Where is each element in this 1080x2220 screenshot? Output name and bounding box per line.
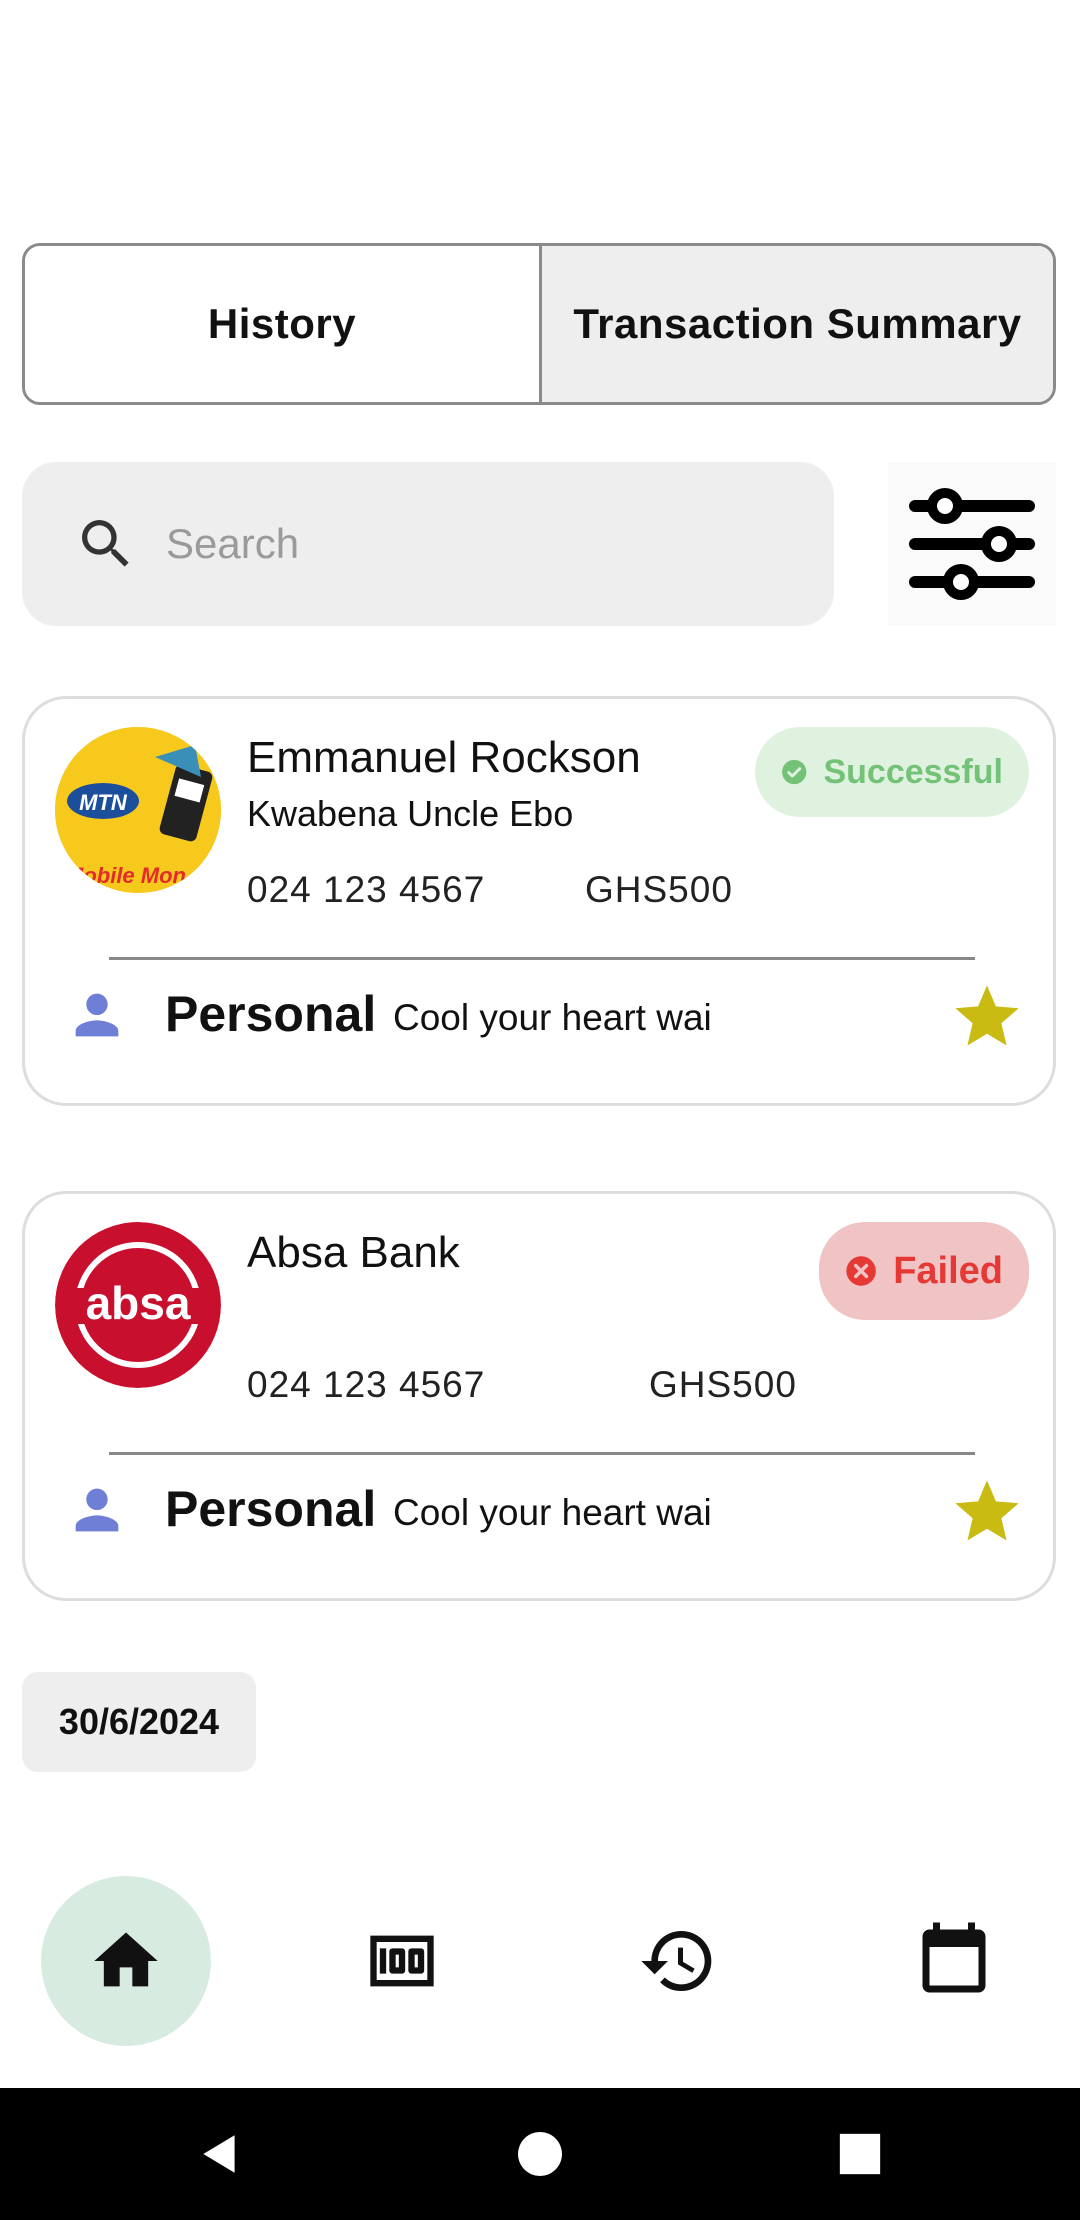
status-badge: Failed bbox=[819, 1222, 1029, 1320]
nav-home[interactable] bbox=[41, 1876, 211, 2046]
recents-button[interactable] bbox=[800, 2088, 920, 2220]
home-system-button[interactable] bbox=[480, 2088, 600, 2220]
history-icon bbox=[641, 1931, 712, 1991]
filter-sliders-icon bbox=[909, 488, 1035, 600]
system-nav-bar bbox=[0, 2088, 1080, 2220]
filter-button[interactable] bbox=[888, 462, 1056, 626]
absa-logo-text: absa bbox=[86, 1277, 191, 1329]
calendar-icon bbox=[922, 1922, 986, 1993]
nav-history[interactable] bbox=[593, 1876, 763, 2046]
mtn-logo: MTN Mobile Mon bbox=[55, 727, 221, 893]
tab-bar: History Transaction Summary bbox=[22, 243, 1056, 405]
category-label: Personal bbox=[165, 986, 377, 1042]
phone-number: 024 123 4567 bbox=[247, 1364, 486, 1405]
status-label: Failed bbox=[893, 1249, 1003, 1292]
mtn-logo-text: MTN bbox=[79, 790, 128, 815]
phone-number: 024 123 4567 bbox=[247, 869, 486, 910]
tab-transaction-summary[interactable]: Transaction Summary bbox=[542, 246, 1053, 402]
absa-logo: absa bbox=[55, 1222, 221, 1388]
transaction-card[interactable]: absa Absa Bank 024 123 4567 GHS500 Faile… bbox=[22, 1191, 1056, 1601]
status-badge: Successful bbox=[755, 727, 1029, 817]
star-icon[interactable] bbox=[949, 979, 1025, 1055]
search-icon bbox=[82, 520, 129, 567]
category-label: Personal bbox=[165, 1481, 377, 1537]
money-icon bbox=[370, 1935, 434, 1987]
mtn-logo-subtext: Mobile Mon bbox=[65, 863, 186, 888]
nav-money[interactable] bbox=[317, 1876, 487, 2046]
person-icon bbox=[75, 993, 119, 1037]
divider bbox=[109, 1452, 975, 1455]
search-bar[interactable] bbox=[22, 462, 834, 626]
search-input[interactable] bbox=[164, 519, 768, 569]
tab-history[interactable]: History bbox=[25, 246, 542, 402]
back-triangle-icon bbox=[203, 2135, 235, 2173]
transaction-note: Cool your heart wai bbox=[393, 997, 712, 1038]
amount: GHS500 bbox=[649, 1364, 797, 1405]
status-label: Successful bbox=[823, 752, 1003, 791]
transaction-card[interactable]: MTN Mobile Mon Emmanuel Rockson Kwabena … bbox=[22, 696, 1056, 1106]
amount: GHS500 bbox=[585, 869, 733, 910]
recipient-subname: Kwabena Uncle Ebo bbox=[247, 793, 574, 834]
error-circle-icon bbox=[846, 1256, 876, 1286]
date-chip[interactable]: 30/6/2024 bbox=[22, 1672, 256, 1772]
transaction-note: Cool your heart wai bbox=[393, 1492, 712, 1533]
home-icon bbox=[94, 1932, 158, 1987]
check-circle-icon bbox=[782, 759, 807, 785]
recipient-name: Emmanuel Rockson bbox=[247, 733, 641, 782]
recipient-name: Absa Bank bbox=[247, 1228, 460, 1277]
home-circle-icon bbox=[518, 2132, 562, 2176]
recents-square-icon bbox=[839, 2133, 881, 2175]
divider bbox=[109, 957, 975, 960]
back-button[interactable] bbox=[160, 2088, 280, 2220]
person-icon bbox=[75, 1488, 119, 1532]
nav-calendar[interactable] bbox=[869, 1876, 1039, 2046]
star-icon[interactable] bbox=[949, 1474, 1025, 1550]
